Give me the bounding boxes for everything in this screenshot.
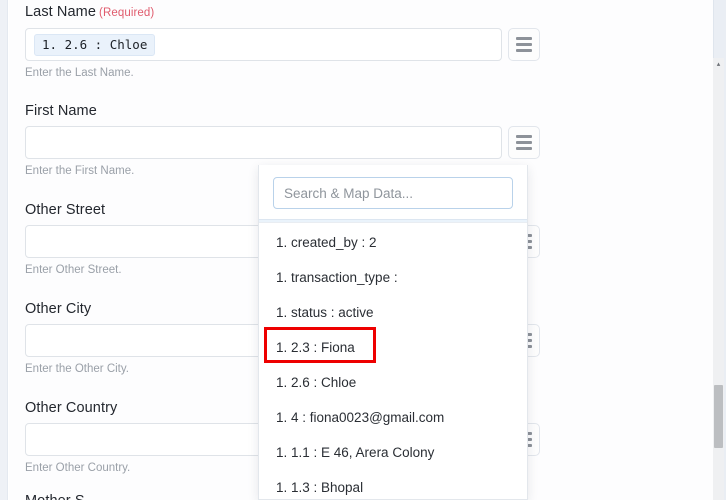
dropdown-item-list[interactable]: 1. created_by : 2 1. transaction_type : … [259, 225, 527, 499]
dropdown-search-wrap [259, 165, 527, 219]
menu-bar [516, 135, 532, 138]
hamburger-menu-icon-first-name[interactable] [508, 126, 540, 159]
help-text-last-name: Enter the Last Name. [25, 67, 134, 79]
hamburger-menu-icon-last-name[interactable] [508, 28, 540, 61]
search-input[interactable] [273, 177, 513, 209]
dropdown-divider [259, 219, 527, 223]
first-name-input[interactable] [25, 126, 502, 159]
input-row-first-name [25, 126, 540, 159]
search-and-map-dropdown: 1. created_by : 2 1. transaction_type : … [258, 165, 528, 500]
page-root: Last Name (Required) 1. 2.6 : Chloe Enter… [0, 0, 726, 500]
list-item[interactable]: 1. 1.3 : Bhopal [259, 470, 527, 499]
field-label-last-name: Last Name (Required) [25, 2, 540, 22]
menu-bar [516, 141, 532, 144]
field-last-name: Last Name (Required) 1. 2.6 : Chloe Enter… [25, 2, 540, 80]
field-label-text: Other Street [25, 202, 106, 218]
field-label-text: Other City [25, 301, 92, 317]
list-item[interactable]: 1. 1.1 : E 46, Arera Colony [259, 435, 527, 470]
required-marker: (Required) [99, 7, 155, 19]
field-label-text: First Name [25, 103, 97, 119]
field-label-text: Last Name [25, 4, 97, 20]
list-item[interactable]: 1. 2.3 : Fiona [259, 330, 527, 365]
menu-bar [516, 37, 532, 40]
page-left-gutter [0, 0, 8, 500]
list-item[interactable]: 1. 4 : fiona0023@gmail.com [259, 400, 527, 435]
vertical-scrollbar-thumb[interactable] [714, 385, 723, 448]
list-item[interactable]: 1. 2.6 : Chloe [259, 365, 527, 400]
menu-bar [516, 147, 532, 150]
menu-bar [516, 43, 532, 46]
field-label-text: Other Country [25, 400, 118, 416]
list-item[interactable]: 1. created_by : 2 [259, 225, 527, 260]
list-item[interactable]: 1. transaction_type : [259, 260, 527, 295]
input-row-last-name: 1. 2.6 : Chloe [25, 28, 540, 61]
field-label-first-name: First Name [25, 101, 540, 120]
mapped-value-token[interactable]: 1. 2.6 : Chloe [34, 33, 156, 56]
list-item[interactable]: 1. status : active [259, 295, 527, 330]
last-name-input[interactable]: 1. 2.6 : Chloe [25, 28, 502, 61]
menu-bar [516, 49, 532, 52]
chevron-up-icon[interactable]: ▴ [715, 61, 722, 68]
